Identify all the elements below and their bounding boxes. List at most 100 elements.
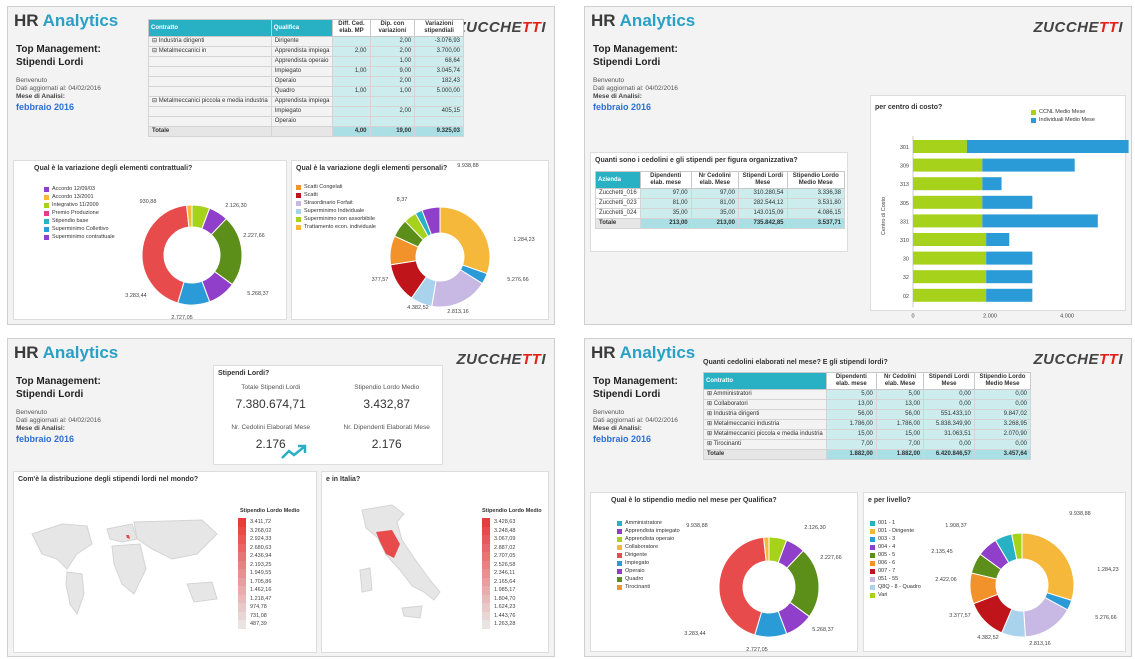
table-row: ⊟ Metalmeccanici piccola e media industr… bbox=[148, 96, 464, 107]
world-map-box: Com'è la distribuzione degli stipendi lo… bbox=[13, 471, 317, 653]
table-cell: Zucchetti_023 bbox=[595, 198, 641, 209]
month-link[interactable]: febbraio 2016 bbox=[593, 434, 678, 444]
bar-individual[interactable] bbox=[982, 177, 1002, 191]
bar-ccnl[interactable] bbox=[913, 214, 983, 228]
data-label: 9.938,88 bbox=[457, 163, 478, 169]
column-header[interactable]: Nr Cedolini elab. Mese bbox=[875, 372, 925, 390]
bar-individual[interactable] bbox=[986, 251, 1033, 265]
table-cell: 1,00 bbox=[369, 86, 416, 97]
table-cell bbox=[148, 116, 272, 127]
bar-ccnl[interactable] bbox=[913, 140, 967, 153]
table-cell: 7,00 bbox=[825, 439, 877, 450]
legend-item: 1.949,55 bbox=[238, 569, 271, 578]
column-header[interactable]: Dipendenti elab. mese bbox=[639, 171, 692, 189]
legend-title: Stipendio Lordo Medio bbox=[240, 508, 300, 514]
column-header[interactable]: Stipendio Lordo Medio Mese bbox=[786, 171, 846, 189]
table-cell: Operaio bbox=[270, 76, 334, 87]
table-cell: 5.838.349,90 bbox=[923, 419, 975, 430]
donut-slice[interactable] bbox=[1021, 532, 1075, 602]
donut-slice[interactable] bbox=[141, 204, 190, 304]
data-label: 2.422,06 bbox=[935, 577, 956, 583]
bar-ccnl[interactable] bbox=[913, 288, 987, 302]
bar-individual[interactable] bbox=[982, 158, 1075, 172]
table-cell: 3.336,38 bbox=[786, 188, 846, 199]
legend-item: 974,78 bbox=[238, 603, 271, 612]
table-cell: 5,00 bbox=[875, 389, 925, 400]
table-cell bbox=[148, 86, 272, 97]
table-cell: 56,00 bbox=[825, 409, 877, 420]
table-cell bbox=[332, 96, 371, 107]
month-link[interactable]: febbraio 2016 bbox=[16, 434, 101, 444]
table-row: ⊞ Collaboratori 13,00 13,00 0,00 0,00 bbox=[703, 399, 1032, 410]
world-map[interactable] bbox=[22, 514, 232, 624]
data-label: 4.382,52 bbox=[407, 305, 428, 311]
qualifica-chart-box: Qual è lo stipendio medio nel mese per Q… bbox=[590, 492, 858, 653]
bar-ccnl[interactable] bbox=[913, 195, 983, 209]
column-header[interactable]: Stipendi Lordi Mese bbox=[923, 372, 975, 390]
y-tick-label: 313 bbox=[900, 182, 909, 188]
table-cell bbox=[414, 116, 464, 127]
data-label: 2.813,16 bbox=[1029, 641, 1050, 647]
table-cell: Impiegato bbox=[270, 106, 334, 117]
legend-item: 2.680,63 bbox=[238, 543, 271, 552]
bar-individual[interactable] bbox=[986, 288, 1033, 302]
column-header[interactable]: Azienda bbox=[595, 171, 641, 189]
table-cell: 15,00 bbox=[875, 429, 925, 440]
table-cell: Apprendista impiega bbox=[270, 46, 334, 57]
column-header[interactable]: Stipendi Lordi Mese bbox=[737, 171, 788, 189]
table-row: ⊞ Tirocinanti 7,00 7,00 0,00 0,00 bbox=[703, 439, 1032, 450]
table-cell: 9,00 bbox=[369, 66, 416, 77]
month-link[interactable]: febbraio 2016 bbox=[593, 102, 678, 112]
column-header[interactable]: Stipendio Lordo Medio Mese bbox=[973, 372, 1032, 390]
bar-individual[interactable] bbox=[966, 140, 1129, 153]
brand-title: HR Analytics bbox=[14, 11, 119, 30]
donut-slice[interactable] bbox=[439, 206, 491, 275]
column-header[interactable]: Dipendenti elab. mese bbox=[825, 372, 877, 390]
bar-ccnl[interactable] bbox=[913, 270, 987, 284]
table-cell bbox=[414, 96, 464, 107]
column-header[interactable]: Contratto bbox=[703, 372, 827, 390]
month-link[interactable]: febbraio 2016 bbox=[16, 102, 101, 112]
table-cell: 1,00 bbox=[332, 66, 371, 77]
kpi-dipendenti: Nr. Dipendenti Elaborati Mese 2.176 bbox=[343, 424, 430, 451]
column-header[interactable]: Contratto bbox=[148, 19, 272, 37]
brand-title: HR Analytics bbox=[591, 343, 696, 362]
bar-ccnl[interactable] bbox=[913, 177, 983, 191]
bar-individual[interactable] bbox=[986, 233, 1010, 246]
data-label: 3.283,44 bbox=[684, 631, 705, 637]
bar-individual[interactable] bbox=[986, 270, 1033, 284]
table-cell: Apprendista operaio bbox=[270, 56, 334, 67]
column-header[interactable]: Dip. con variazioni bbox=[369, 19, 416, 37]
table-cell: Impiegato bbox=[270, 66, 334, 77]
column-header[interactable]: Nr Cedolini elab. Mese bbox=[690, 171, 739, 189]
column-header[interactable]: Diff. Ced. elab. MP bbox=[332, 19, 371, 37]
bar-ccnl[interactable] bbox=[913, 233, 987, 246]
table-cell: 35,00 bbox=[639, 208, 692, 219]
bar-ccnl[interactable] bbox=[913, 158, 983, 172]
data-label: 5.268,37 bbox=[247, 291, 268, 297]
table-header-row: Azienda Dipendenti elab. mese Nr Cedolini … bbox=[595, 171, 846, 189]
y-tick-label: 30 bbox=[903, 257, 909, 263]
donut-slice[interactable] bbox=[718, 536, 767, 636]
table-cell: 9.325,03 bbox=[414, 126, 464, 137]
table-cell: 7,00 bbox=[875, 439, 925, 450]
y-tick-label: 331 bbox=[900, 219, 909, 225]
italy-map[interactable] bbox=[342, 500, 452, 640]
centro-costo-chart-box: per centro di costo? CCNL Medio Mese Indi… bbox=[870, 95, 1129, 319]
data-label: 1.284,23 bbox=[1097, 567, 1118, 573]
zucchetti-logo: ZUCCHETTI bbox=[456, 19, 546, 36]
brand-title: HR Analytics bbox=[14, 343, 119, 362]
bar-individual[interactable] bbox=[982, 214, 1098, 228]
data-label: 8,37 bbox=[397, 197, 408, 203]
column-header[interactable]: Qualifica bbox=[270, 19, 334, 37]
table-row: ⊞ Industria dirigenti 56,00 56,00 551.433,1… bbox=[703, 409, 1032, 420]
bar-individual[interactable] bbox=[982, 195, 1033, 209]
data-label: 5.276,66 bbox=[1095, 615, 1116, 621]
table-cell: 143.015,09 bbox=[737, 208, 788, 219]
dashboard-panel-variazioni: HR Analytics ZUCCHETTI Top Management: St… bbox=[7, 6, 555, 325]
bar-ccnl[interactable] bbox=[913, 251, 987, 265]
donut-chart: 930,88 2.126,30 2.227,66 5.268,37 2.727,05 3.… bbox=[125, 199, 268, 321]
column-header[interactable]: Variazioni stipendiali bbox=[414, 19, 464, 37]
data-label: 2.227,66 bbox=[243, 233, 264, 239]
total-row: Totale 4,00 19,00 9.325,03 bbox=[148, 126, 464, 137]
